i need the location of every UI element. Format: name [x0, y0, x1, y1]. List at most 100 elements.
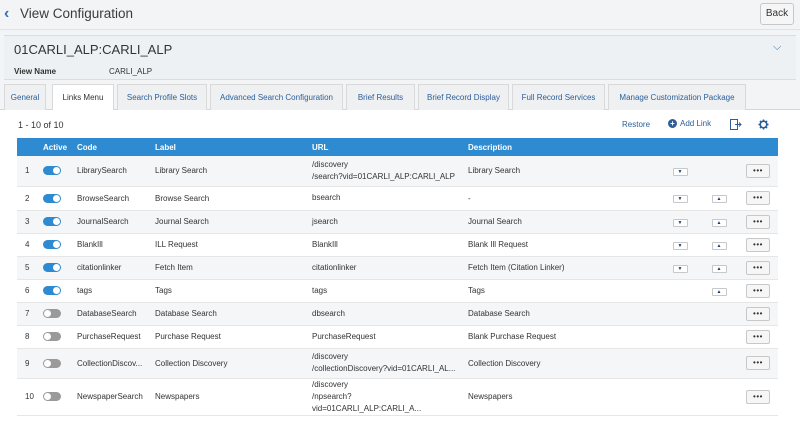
column-header-code[interactable]: Code [73, 138, 151, 156]
move-up-cell [700, 156, 738, 187]
table-row[interactable]: 10 NewspaperSearch Newspapers/discovery/np… [17, 378, 778, 416]
row-actions-button[interactable]: ••• [746, 163, 770, 178]
move-down-button[interactable]: ▼ [672, 218, 688, 227]
actions-cell: ••• [738, 156, 778, 187]
move-up-button[interactable]: ▲ [711, 287, 727, 296]
actions-cell: ••• [738, 210, 778, 234]
table-row[interactable]: 4 BlankIll ILL Request BlankIll Blank Ill Re… [17, 233, 778, 257]
move-down-cell: ▼ [660, 256, 700, 280]
code-cell: citationlinker [73, 256, 151, 280]
active-toggle[interactable] [43, 309, 61, 319]
table-row[interactable]: 6 tags Tags tags Tags ▲ ••• [17, 279, 778, 303]
active-toggle[interactable] [43, 332, 61, 342]
column-header-actions [738, 138, 778, 156]
active-cell [39, 279, 73, 303]
move-down-button[interactable]: ▼ [672, 167, 688, 176]
back-button[interactable]: Back [760, 3, 794, 25]
code-cell: DatabaseSearch [73, 302, 151, 326]
label-cell: Journal Search [151, 210, 308, 234]
code-cell: BlankIll [73, 233, 151, 257]
code-cell: tags [73, 279, 151, 303]
view-name-value: CARLI_ALP [109, 67, 153, 76]
tab-links-menu[interactable]: Links Menu [52, 84, 114, 111]
export-icon[interactable] [730, 119, 742, 130]
tab-search-profile-slots[interactable]: Search Profile Slots [117, 84, 207, 110]
view-name-label: View Name [14, 67, 57, 76]
restore-button[interactable]: Restore [622, 120, 650, 129]
row-number: 6 [17, 279, 39, 303]
url-cell: BlankIll [308, 233, 464, 257]
tab-full-record-services[interactable]: Full Record Services [512, 84, 605, 110]
tab-manage-customization-package[interactable]: Manage Customization Package [608, 84, 746, 110]
row-number: 5 [17, 256, 39, 280]
column-header-active[interactable]: Active [39, 138, 73, 156]
tab-brief-results[interactable]: Brief Results [346, 84, 415, 110]
table-row[interactable]: 3 JournalSearch Journal Search jsearch Journ… [17, 210, 778, 234]
actions-cell: ••• [738, 348, 778, 379]
tab-brief-record-display[interactable]: Brief Record Display [418, 84, 509, 110]
table-row[interactable]: 7 DatabaseSearch Database Search dbsearch Da… [17, 302, 778, 326]
url-cell: /discovery/collectionDiscovery?vid=01CAR… [308, 348, 464, 379]
chevron-left-icon[interactable]: ‹ [4, 6, 18, 22]
view-code: 01CARLI_ALP:CARLI_ALP [14, 42, 173, 57]
move-up-cell: ▲ [700, 233, 738, 257]
active-toggle[interactable] [43, 166, 61, 176]
table-row[interactable]: 9 CollectionDiscov... Collection Discovery… [17, 348, 778, 379]
move-down-cell: ▼ [660, 186, 700, 211]
code-cell: BrowseSearch [73, 186, 151, 211]
url-line: /collectionDiscovery?vid=01CARLI_AL... [312, 364, 456, 373]
links-menu-panel: 1 - 10 of 10 Restore + Add Link Active Co… [0, 110, 800, 426]
row-actions-button[interactable]: ••• [746, 356, 770, 370]
table-row[interactable]: 1 LibrarySearch Library Search/discovery/s… [17, 156, 778, 187]
add-link-button[interactable]: + Add Link [668, 119, 711, 128]
active-toggle[interactable] [43, 392, 61, 402]
row-actions-button[interactable]: ••• [746, 306, 770, 321]
toggle-knob [44, 393, 51, 401]
active-toggle[interactable] [43, 358, 61, 368]
tab-bar: General Links Menu Search Profile Slots … [0, 84, 800, 111]
url-cell: jsearch [308, 210, 464, 234]
toggle-knob [53, 264, 60, 272]
tab-advanced-search-configuration[interactable]: Advanced Search Configuration [210, 84, 343, 110]
row-actions-button[interactable]: ••• [746, 329, 770, 344]
active-cell [39, 348, 73, 379]
active-toggle[interactable] [43, 263, 61, 273]
move-down-button[interactable]: ▼ [672, 264, 688, 273]
move-down-button[interactable]: ▼ [672, 241, 688, 250]
label-cell: Fetch Item [151, 256, 308, 280]
description-cell: Database Search [464, 302, 660, 326]
table-row[interactable]: 8 PurchaseRequest Purchase Request Purchase… [17, 325, 778, 349]
row-actions-button[interactable]: ••• [746, 260, 770, 275]
row-actions-button[interactable]: ••• [746, 214, 770, 229]
table-row[interactable]: 5 citationlinker Fetch Item citationlinker F… [17, 256, 778, 280]
url-line: /search?vid=01CARLI_ALP:CARLI_ALP [312, 171, 455, 181]
row-actions-button[interactable]: ••• [746, 389, 770, 404]
toggle-knob [53, 241, 60, 249]
active-toggle[interactable] [43, 193, 61, 203]
row-number: 3 [17, 210, 39, 234]
move-up-button[interactable]: ▲ [711, 218, 727, 227]
move-up-button[interactable]: ▲ [711, 264, 727, 273]
move-up-cell [700, 348, 738, 379]
active-toggle[interactable] [43, 240, 61, 250]
move-up-button[interactable]: ▲ [711, 195, 727, 203]
move-up-button[interactable]: ▲ [711, 241, 727, 250]
label-cell: Tags [151, 279, 308, 303]
top-bar: ‹ View Configuration Back [0, 0, 800, 30]
active-toggle[interactable] [43, 217, 61, 227]
chevron-down-icon[interactable]: ⌵ [773, 41, 781, 54]
row-actions-button[interactable]: ••• [746, 191, 770, 205]
move-down-cell [660, 378, 700, 416]
tab-general[interactable]: General [4, 84, 46, 110]
row-number: 7 [17, 302, 39, 326]
active-cell [39, 186, 73, 211]
row-actions-button[interactable]: ••• [746, 237, 770, 252]
move-down-button[interactable]: ▼ [672, 195, 688, 203]
column-header-description[interactable]: Description [464, 138, 660, 156]
gear-icon[interactable] [758, 119, 769, 130]
table-row[interactable]: 2 BrowseSearch Browse Search bsearch - ▼ ▲ ••• [17, 186, 778, 211]
row-actions-button[interactable]: ••• [746, 283, 770, 298]
column-header-url[interactable]: URL [308, 138, 464, 156]
column-header-label[interactable]: Label [151, 138, 308, 156]
active-toggle[interactable] [43, 286, 61, 296]
